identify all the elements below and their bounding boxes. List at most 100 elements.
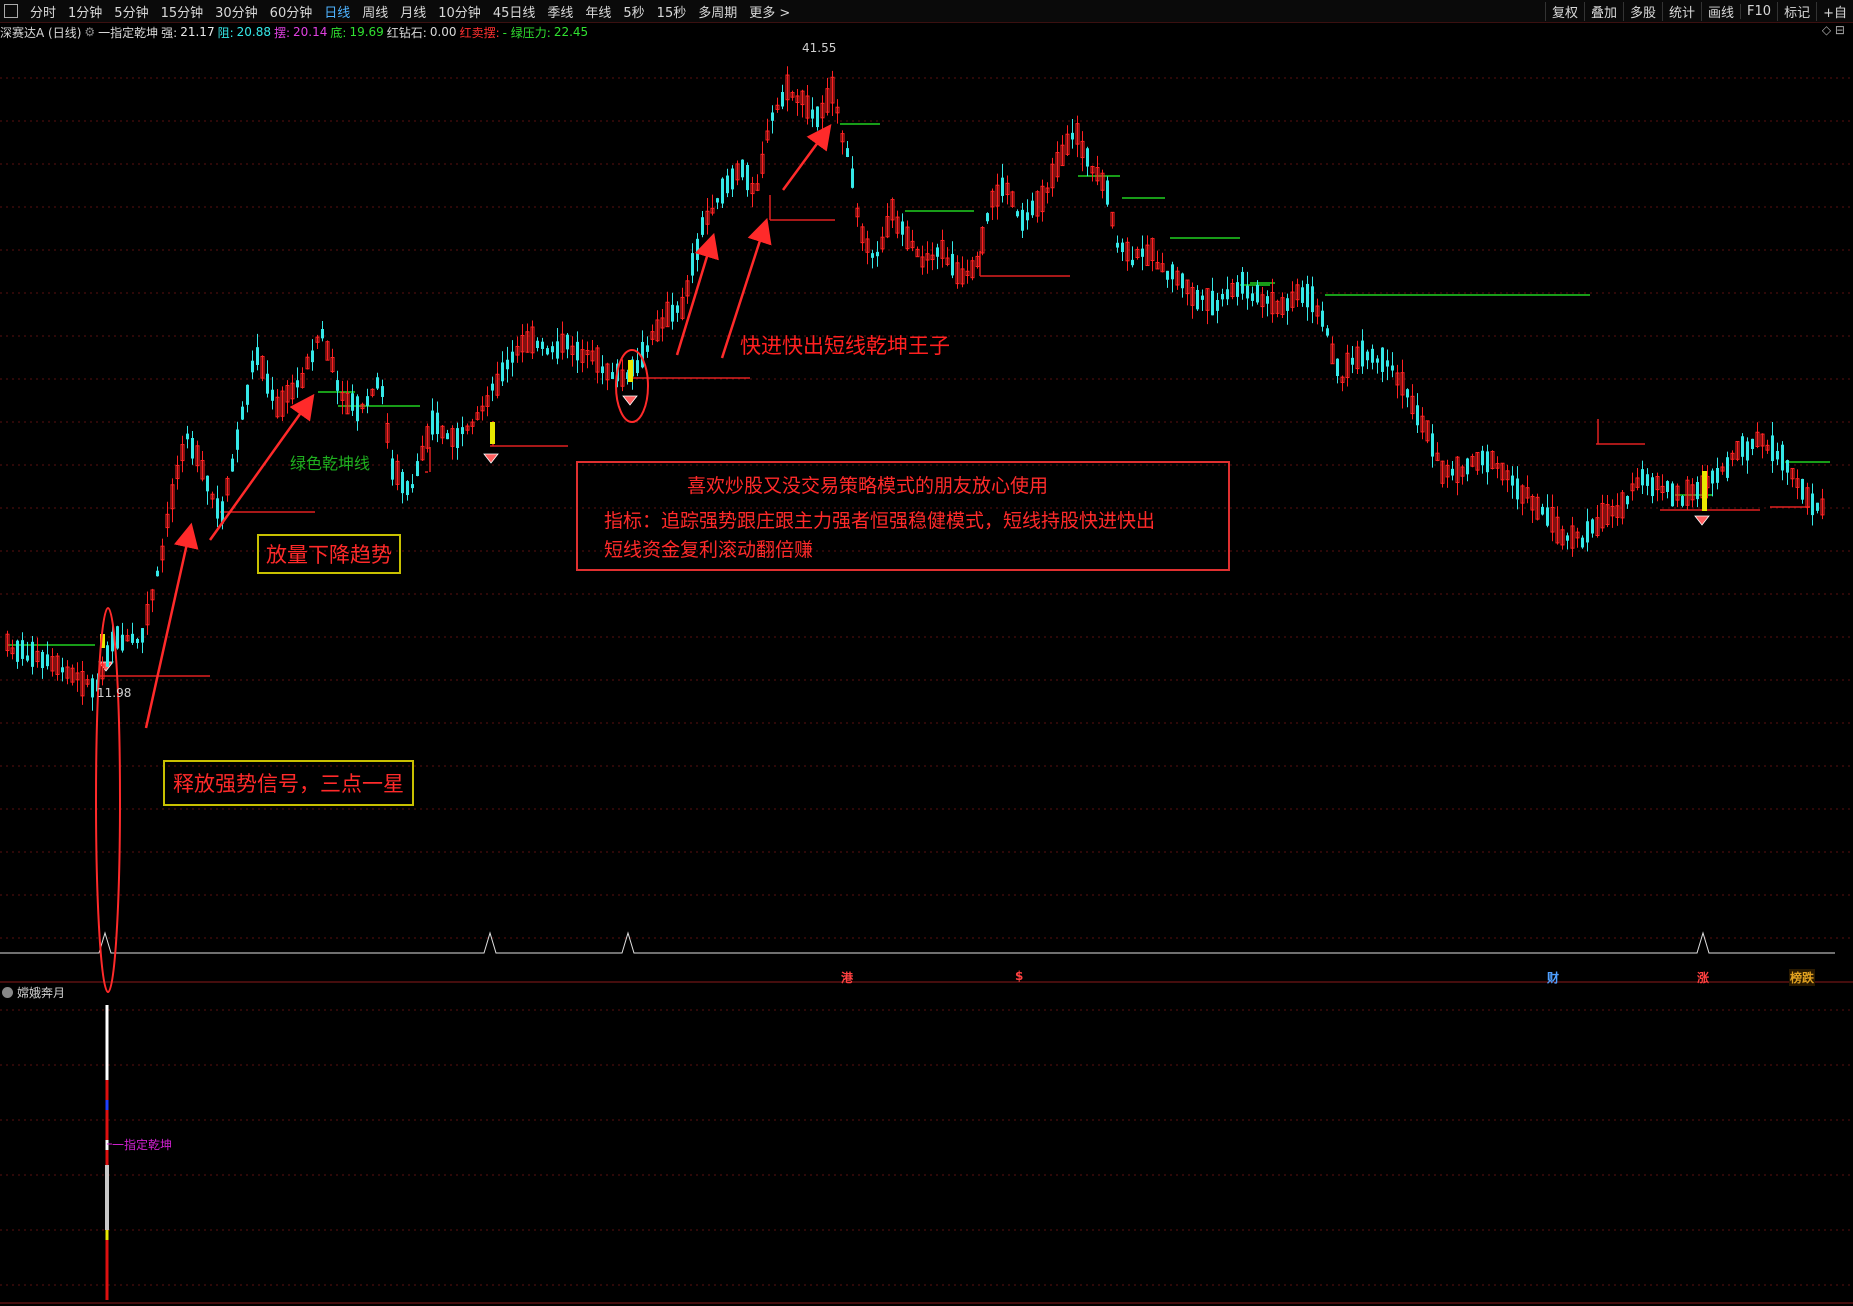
candle-body-down: [121, 634, 124, 651]
candle-body-down: [1371, 348, 1374, 363]
candle-body-down: [1216, 300, 1219, 311]
candle-body-down: [1236, 282, 1239, 297]
red-arrow: [144, 522, 199, 729]
candle-body-down: [116, 626, 119, 649]
candle-body-down: [366, 396, 369, 406]
candle-body-down: [1586, 521, 1589, 543]
green-qiankun-line-label: 绿色乾坤线: [290, 454, 371, 473]
candle-body-down: [746, 164, 749, 191]
candle-body-down: [1746, 441, 1749, 461]
three-point-star-signal: [0, 931, 1835, 954]
candle-body-down: [986, 213, 989, 222]
candle-body-down: [1106, 180, 1109, 205]
candle-body-down: [1321, 310, 1324, 327]
box-line-1: 喜欢炒股又没交易策略模式的朋友放心使用: [687, 475, 1049, 497]
marker-rise[interactable]: 涨: [1696, 969, 1710, 986]
candle-body-down: [206, 475, 209, 492]
marker-ranking[interactable]: 榜跌: [1789, 969, 1816, 986]
candle-body-down: [1376, 358, 1379, 363]
red-arrow: [781, 123, 832, 191]
candle-body-down: [336, 380, 339, 391]
candle-body-down: [1116, 242, 1119, 248]
candle-body-down: [156, 570, 159, 577]
subchart-indicator-label: 一指定乾坤: [112, 1138, 173, 1152]
candle-body-down: [1196, 289, 1199, 310]
low-price-label: 11.98: [97, 686, 132, 700]
candle-body-down: [536, 340, 539, 349]
candle-body-down: [676, 305, 679, 313]
candle-body-down: [1336, 358, 1339, 377]
volume-down-trend-box: 放量下降趋势: [257, 534, 401, 574]
candle-body-down: [816, 106, 819, 128]
candle-body-down: [1451, 468, 1454, 476]
candle-body-down: [671, 304, 674, 322]
candle-body-down: [701, 217, 704, 235]
candle-body-down: [1581, 537, 1584, 548]
candle-body-down: [416, 461, 419, 477]
candle-body-down: [131, 633, 134, 643]
subchart-title[interactable]: 嫦娥奔月: [2, 984, 65, 1001]
candle-body-down: [381, 386, 384, 397]
candlesticks: [5, 66, 1825, 711]
candle-body-down: [26, 655, 29, 661]
marker-dollar[interactable]: $: [1014, 969, 1024, 983]
candle-body-down: [1716, 467, 1719, 483]
candle-body-down: [951, 253, 954, 276]
candle-body-down: [541, 341, 544, 349]
candle-body-down: [1406, 389, 1409, 398]
candle-body-down: [1181, 273, 1184, 289]
candle-body-down: [376, 377, 379, 389]
candle-body-down: [1641, 469, 1644, 486]
candle-body-down: [551, 346, 554, 353]
subchart-toggle-icon[interactable]: [2, 987, 13, 998]
candle-body-down: [296, 380, 299, 388]
candle-body-down: [1001, 177, 1004, 196]
candle-body-down: [731, 168, 734, 190]
kline-chart[interactable]: [0, 0, 1853, 1306]
candle-body-down: [1071, 132, 1074, 140]
candle-body-down: [566, 334, 569, 350]
candle-body-down: [1651, 477, 1654, 497]
candle-body-down: [501, 362, 504, 382]
candle-body-down: [1566, 535, 1569, 541]
grid-lines: [0, 77, 1853, 1304]
candle-body-down: [846, 148, 849, 157]
candle-body-down: [1786, 460, 1789, 473]
signal-candle: [628, 360, 633, 382]
candle-body-down: [91, 678, 94, 698]
candle-body-down: [491, 383, 494, 391]
candle-body-down: [231, 458, 234, 472]
candle-body-down: [1121, 242, 1124, 253]
marker-hk[interactable]: 港: [840, 969, 854, 986]
marker-finance[interactable]: 财: [1546, 969, 1560, 986]
candle-body-down: [1816, 502, 1819, 511]
candle-body-down: [811, 109, 814, 119]
candle-body-down: [31, 641, 34, 667]
candle-body-down: [1391, 365, 1394, 371]
candle-body-down: [506, 359, 509, 370]
fast-in-out-annotation: 快进快出短线乾坤王子: [740, 334, 950, 358]
candle-body-down: [1646, 474, 1649, 486]
candle-body-down: [1246, 285, 1249, 299]
candle-body-down: [1666, 481, 1669, 492]
candle-body-down: [241, 406, 244, 420]
candle-body-down: [1466, 458, 1469, 475]
candle-body-down: [1201, 295, 1204, 300]
candle-body-down: [721, 178, 724, 204]
candle-body-down: [1511, 475, 1514, 486]
candle-body-down: [1326, 328, 1329, 336]
candle-body-down: [1366, 351, 1369, 361]
candle-body-down: [871, 253, 874, 258]
candle-body-down: [1811, 493, 1814, 516]
candle-body-down: [1311, 286, 1314, 313]
candle-body-down: [781, 92, 784, 107]
candle-body-down: [1021, 209, 1024, 231]
candle-body-down: [21, 640, 24, 659]
candle-body-down: [141, 628, 144, 643]
candle-body-down: [431, 410, 434, 435]
release-signal-box: 释放强势信号，三点一星: [163, 760, 414, 806]
candle-body-down: [1481, 450, 1484, 466]
signal-candle: [490, 422, 495, 444]
candle-body-down: [1776, 451, 1779, 460]
candle-body-down: [1546, 507, 1549, 526]
